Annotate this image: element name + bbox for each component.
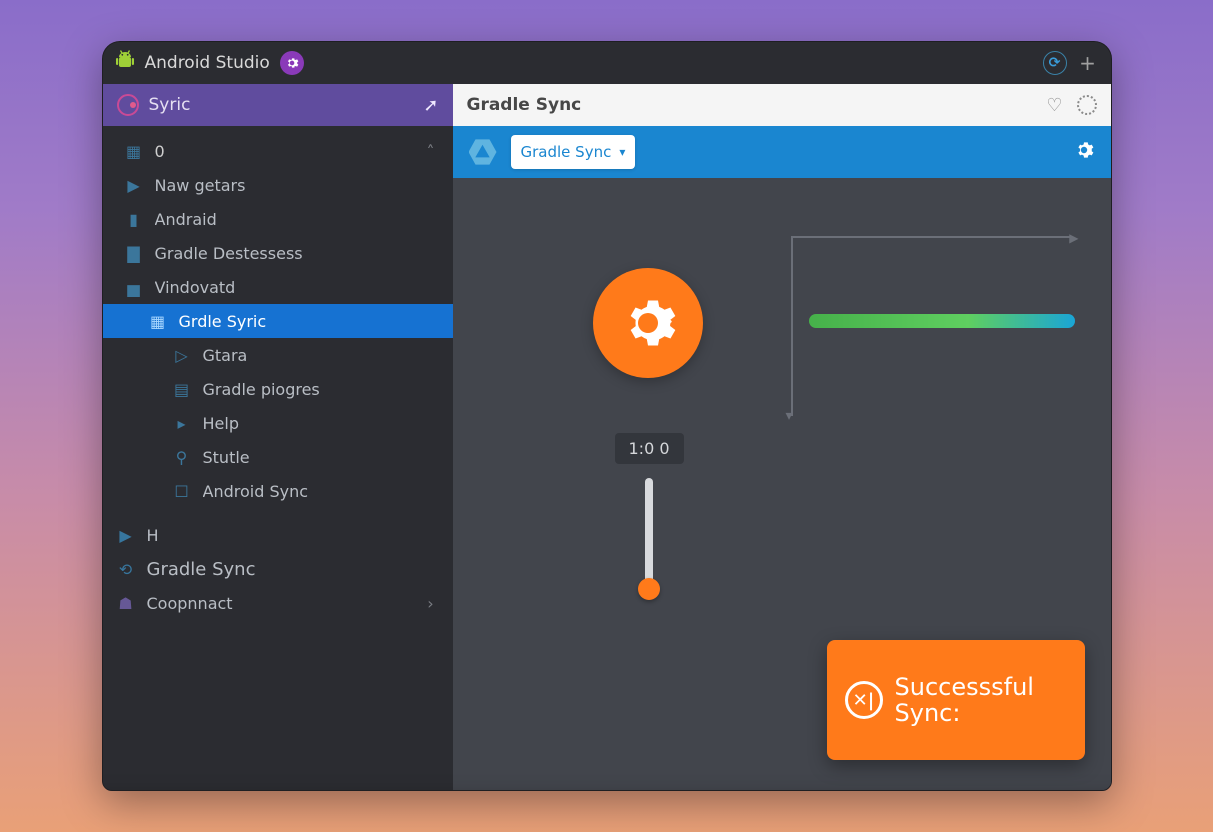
grid-icon: ▦ (125, 142, 143, 160)
play-icon: ▶ (117, 526, 135, 544)
pin-icon: ⚲ (173, 448, 191, 466)
folder-icon: ▅ (125, 278, 143, 296)
tree-item[interactable]: ▮ Andraid (103, 202, 453, 236)
dropdown-label: Gradle Sync (521, 143, 612, 161)
footer-connect[interactable]: ☗ Coopnnact › (103, 586, 453, 620)
tree-item[interactable]: ☐ Android Sync (103, 474, 453, 508)
panel-title: Gradle Sync (467, 95, 582, 115)
sync-dropdown[interactable]: Gradle Sync ▾ (511, 135, 636, 169)
stage: 1:0 0 ▶ ▾ ✕| Successsful Sync: (453, 178, 1111, 790)
chevron-up-icon[interactable]: ˄ (423, 142, 439, 161)
tree-item[interactable]: ▅ Vindovatd (103, 270, 453, 304)
project-tree: ▦ 0 ˄ ▶ Naw getars ▮ Andraid ▇ Gradle De… (103, 126, 453, 790)
windows-icon: ▤ (173, 380, 191, 398)
sync-graph: ▶ ▾ (791, 236, 1071, 446)
check-circle-icon: ✕| (845, 681, 883, 719)
tree-item[interactable]: ▷ Gtara (103, 338, 453, 372)
tree-item[interactable]: ▇ Gradle Destessess (103, 236, 453, 270)
chevron-right-icon: ▸ (173, 414, 191, 432)
sync-header-label: Syric (149, 95, 191, 115)
root-count: 0 (155, 142, 411, 161)
progress-counter: 1:0 0 (615, 433, 684, 464)
toast-text: Successsful Sync: (895, 674, 1034, 727)
main-panel: Gradle Sync ♡ Gradle Sync ▾ (453, 84, 1111, 790)
progress-indicator (645, 478, 653, 588)
sync-status-icon (117, 94, 139, 116)
sync-icon: ⟲ (117, 560, 135, 578)
plugin-icon: ☗ (117, 594, 135, 612)
gear-badge (593, 268, 703, 378)
file-icon: ▮ (125, 210, 143, 228)
arrow-down-icon: ▾ (786, 408, 793, 424)
app-window: Android Studio ⟳ + Syric ➚ ▦ 0 ˄ ▶ (102, 41, 1112, 791)
panel-header: Gradle Sync ♡ (453, 84, 1111, 126)
gradle-hex-icon (469, 138, 497, 166)
sidebar: Syric ➚ ▦ 0 ˄ ▶ Naw getars ▮ Andraid (103, 84, 453, 790)
gear-icon[interactable] (1073, 139, 1095, 166)
tree-root[interactable]: ▦ 0 ˄ (103, 134, 453, 168)
footer-gradle-sync[interactable]: ⟲ Gradle Sync (103, 552, 453, 586)
add-tab-button[interactable]: + (1077, 51, 1099, 75)
tree-item-selected[interactable]: ▦ Grdle Syric (103, 304, 453, 338)
play-outline-icon: ▷ (173, 346, 191, 364)
settings-badge-icon[interactable] (280, 51, 304, 75)
grid-icon: ▦ (149, 312, 167, 330)
favorite-icon[interactable]: ♡ (1046, 95, 1062, 116)
stack-icon: ▇ (125, 244, 143, 262)
tree-item[interactable]: ▤ Gradle piogres (103, 372, 453, 406)
app-title: Android Studio (145, 53, 270, 73)
android-logo-icon (115, 50, 135, 77)
sync-header[interactable]: Syric ➚ (103, 84, 453, 126)
tree-item[interactable]: ⚲ Stutle (103, 440, 453, 474)
share-arrow-icon[interactable]: ➚ (423, 95, 438, 116)
title-bar: Android Studio ⟳ + (103, 42, 1111, 84)
help-icon[interactable]: ⟳ (1043, 51, 1067, 75)
sync-success-toast[interactable]: ✕| Successsful Sync: (827, 640, 1085, 760)
footer-item[interactable]: ▶ H (103, 518, 453, 552)
play-icon: ▶ (125, 176, 143, 194)
tree-item[interactable]: ▶ Naw getars (103, 168, 453, 202)
progress-bar (809, 314, 1075, 328)
chevron-right-icon[interactable]: › (423, 594, 439, 613)
tree-item[interactable]: ▸ Help (103, 406, 453, 440)
arrow-right-icon: ▶ (1069, 231, 1078, 245)
loading-icon (1077, 95, 1097, 115)
panel-toolbar: Gradle Sync ▾ (453, 126, 1111, 178)
device-icon: ☐ (173, 482, 191, 500)
chevron-down-icon: ▾ (619, 145, 625, 159)
